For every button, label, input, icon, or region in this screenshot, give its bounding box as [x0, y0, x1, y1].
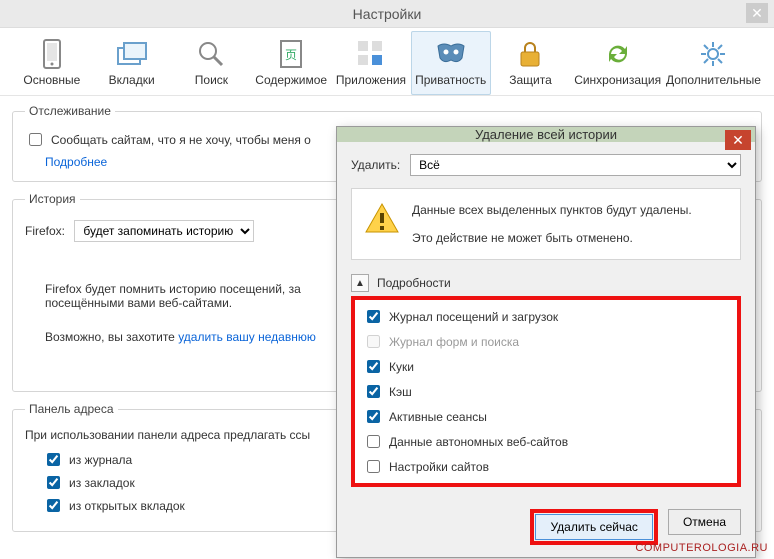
dialog-close-button[interactable]: ✕	[725, 130, 751, 150]
window-close-button[interactable]: ✕	[746, 3, 768, 23]
tab-label: Дополнительные	[666, 73, 761, 87]
suggest-opentabs-label: из открытых вкладок	[69, 499, 185, 513]
tab-search[interactable]: Поиск	[172, 31, 252, 95]
suggest-history-checkbox[interactable]	[47, 453, 60, 466]
item-label: Данные автономных веб-сайтов	[389, 435, 568, 449]
phone-icon	[37, 39, 67, 69]
item-label: Кэш	[389, 385, 412, 399]
tab-general[interactable]: Основные	[12, 31, 92, 95]
item-label: Активные сеансы	[389, 410, 487, 424]
item-label: Журнал посещений и загрузок	[389, 310, 558, 324]
warning-line1: Данные всех выделенных пунктов будут уда…	[412, 201, 692, 219]
mask-icon	[436, 39, 466, 69]
tab-label: Поиск	[195, 73, 228, 87]
do-not-track-label: Сообщать сайтам, что я не хочу, чтобы ме…	[51, 133, 311, 147]
item-label: Журнал форм и поиска	[389, 335, 519, 349]
delete-range-label: Удалить:	[351, 158, 400, 172]
settings-toolbar: Основные Вкладки Поиск 页 Содержимое Прил…	[0, 28, 774, 96]
tab-security[interactable]: Защита	[491, 31, 571, 95]
addressbar-legend: Панель адреса	[25, 402, 118, 416]
cb-form-history	[367, 335, 380, 348]
tab-sync[interactable]: Синхронизация	[570, 31, 665, 95]
apps-icon	[356, 39, 386, 69]
warning-panel: Данные всех выделенных пунктов будут уда…	[351, 188, 741, 260]
tab-label: Содержимое	[255, 73, 327, 87]
warning-line2: Это действие не может быть отменено.	[412, 229, 692, 247]
suggest-bookmarks-checkbox[interactable]	[47, 476, 60, 489]
dialog-title: Удаление всей истории	[475, 127, 617, 142]
cb-active-logins[interactable]	[367, 410, 380, 423]
tab-label: Синхронизация	[574, 73, 661, 87]
tab-advanced[interactable]: Дополнительные	[665, 31, 762, 95]
tab-privacy[interactable]: Приватность	[411, 31, 491, 95]
tab-label: Приватность	[415, 73, 486, 87]
cb-cookies[interactable]	[367, 360, 380, 373]
delete-range-select[interactable]: Всё	[410, 154, 741, 176]
gear-icon	[698, 39, 728, 69]
window-title: Настройки	[353, 6, 422, 22]
item-label: Настройки сайтов	[389, 460, 489, 474]
clear-recent-history-link[interactable]: удалить вашу недавнюю	[178, 330, 316, 344]
history-legend: История	[25, 192, 80, 206]
tab-label: Защита	[509, 73, 552, 87]
search-icon	[196, 39, 226, 69]
window-titlebar: Настройки ✕	[0, 0, 774, 28]
details-label: Подробности	[377, 276, 451, 290]
suggest-history-label: из журнала	[69, 453, 132, 467]
cb-cache[interactable]	[367, 385, 380, 398]
clear-history-dialog: Удаление всей истории ✕ Удалить: Всё Дан…	[336, 126, 756, 558]
warning-icon	[364, 201, 400, 240]
cb-offline-data[interactable]	[367, 435, 380, 448]
tab-applications[interactable]: Приложения	[331, 31, 411, 95]
primary-button-highlight: Удалить сейчас	[530, 509, 657, 545]
suggest-opentabs-checkbox[interactable]	[47, 499, 60, 512]
tab-label: Вкладки	[109, 73, 155, 87]
history-mode-select[interactable]: будет запоминать историю	[74, 220, 254, 242]
document-icon: 页	[276, 39, 306, 69]
watermark: COMPUTEROLOGIA.RU	[635, 542, 768, 554]
details-list: Журнал посещений и загрузок Журнал форм …	[351, 296, 741, 487]
cb-browsing-history[interactable]	[367, 310, 380, 323]
clear-now-button[interactable]: Удалить сейчас	[535, 514, 652, 540]
svg-text:页: 页	[285, 48, 297, 62]
tab-tabs[interactable]: Вкладки	[92, 31, 172, 95]
tabs-icon	[117, 39, 147, 69]
tracking-legend: Отслеживание	[25, 104, 115, 118]
cancel-button[interactable]: Отмена	[668, 509, 741, 535]
tab-label: Основные	[23, 73, 80, 87]
item-label: Куки	[389, 360, 414, 374]
history-app-label: Firefox:	[25, 224, 65, 238]
tracking-more-link[interactable]: Подробнее	[45, 155, 107, 169]
dialog-titlebar: Удаление всей истории ✕	[337, 127, 755, 142]
tab-content[interactable]: 页 Содержимое	[251, 31, 331, 95]
do-not-track-checkbox[interactable]	[29, 133, 42, 146]
tab-label: Приложения	[336, 73, 406, 87]
lock-icon	[515, 39, 545, 69]
details-toggle[interactable]: ▲	[351, 274, 369, 292]
history-desc-line3a: Возможно, вы захотите	[45, 330, 178, 344]
suggest-bookmarks-label: из закладок	[69, 476, 135, 490]
sync-icon	[603, 39, 633, 69]
cb-site-prefs[interactable]	[367, 460, 380, 473]
